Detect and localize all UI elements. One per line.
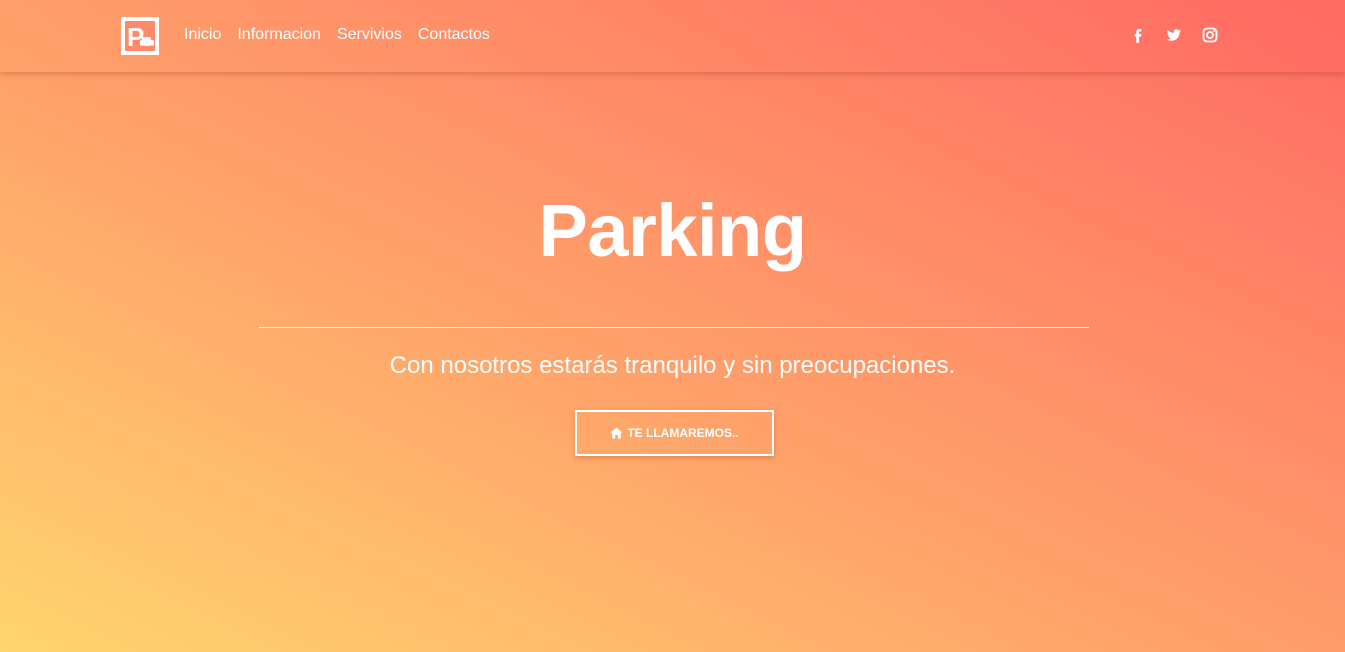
nav-link-informacion[interactable]: Informacion bbox=[237, 25, 321, 45]
nav-link-servicios[interactable]: Servivios bbox=[337, 25, 402, 45]
hero-subtitle: Con nosotros estarás tranquilo y sin pre… bbox=[389, 352, 956, 379]
facebook-icon[interactable] bbox=[1129, 26, 1147, 44]
social-links bbox=[1129, 26, 1219, 44]
twitter-icon[interactable] bbox=[1165, 26, 1183, 44]
call-me-button[interactable]: TE LLAMAREMOS.. bbox=[575, 410, 774, 456]
call-me-button-label: TE LLAMAREMOS.. bbox=[627, 426, 739, 440]
nav-link-inicio[interactable]: Inicio bbox=[184, 25, 221, 45]
instagram-icon[interactable] bbox=[1201, 26, 1219, 44]
hero-title: Parking bbox=[538, 189, 807, 272]
hero-divider bbox=[259, 327, 1089, 328]
home-icon bbox=[610, 427, 623, 439]
top-navbar: P Inicio Informacion Servivios Contactos bbox=[0, 0, 1345, 72]
parking-logo-icon[interactable]: P bbox=[121, 17, 159, 55]
main-nav: Inicio Informacion Servivios Contactos bbox=[184, 25, 490, 45]
nav-link-contactos[interactable]: Contactos bbox=[418, 25, 490, 45]
